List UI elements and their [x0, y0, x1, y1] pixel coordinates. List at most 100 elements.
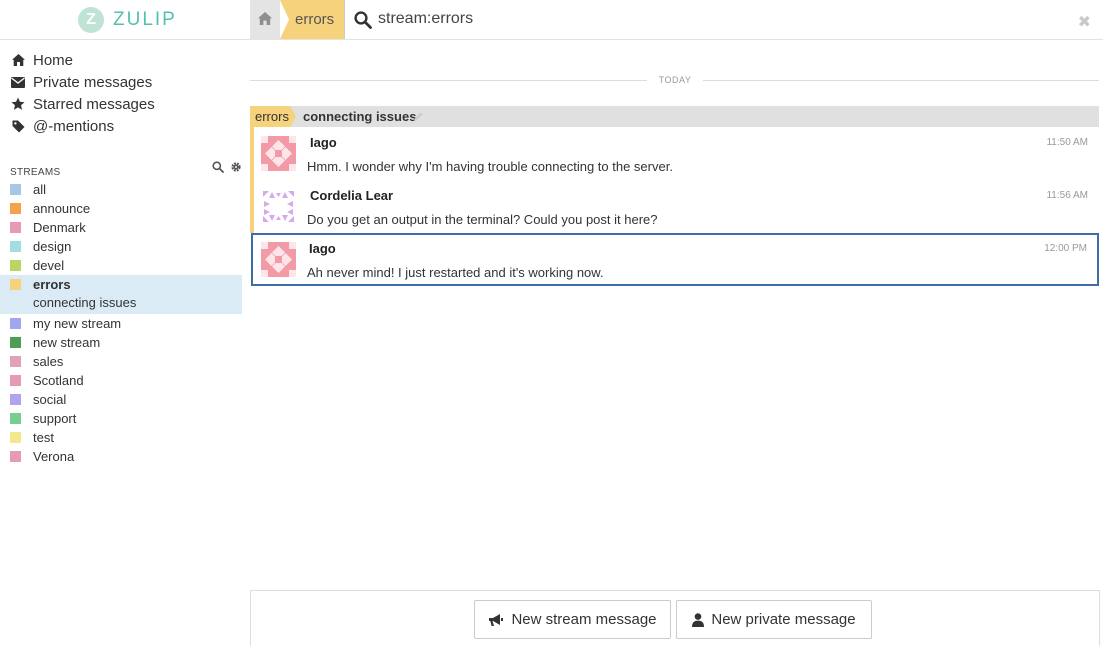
stream-name: announce — [33, 201, 91, 216]
search-input[interactable] — [378, 8, 1058, 30]
stream-color-swatch — [10, 241, 21, 252]
new-stream-message-label: New stream message — [511, 611, 657, 628]
left-sidebar: Home Private messages Starred messages @… — [0, 40, 242, 646]
stream-breadcrumb-label: errors — [295, 11, 335, 28]
message-sender[interactable]: Cordelia Lear — [310, 188, 393, 203]
message-body: Do you get an output in the terminal? Co… — [307, 212, 658, 227]
stream-color-swatch — [10, 394, 21, 405]
home-icon — [10, 52, 26, 68]
stream-name: my new stream — [33, 316, 122, 331]
topic-item-connecting-issues[interactable]: connecting issues — [33, 295, 136, 310]
stream-item-all[interactable]: all — [0, 180, 242, 199]
stream-color-swatch — [10, 222, 21, 233]
stream-color-swatch — [10, 184, 21, 195]
stream-color-swatch — [10, 413, 21, 424]
message-row[interactable]: Cordelia Lear 11:56 AM Do you get an out… — [250, 180, 1099, 233]
message-time[interactable]: 11:56 AM — [1046, 190, 1088, 201]
stream-name: sales — [33, 354, 64, 369]
top-navbar: Z ZULIP errors ✖ — [0, 0, 1103, 40]
stream-color-swatch — [10, 279, 21, 290]
nav-home[interactable]: Home — [10, 50, 73, 70]
compose-box: New stream message New private message — [250, 590, 1100, 646]
divider — [703, 80, 1099, 81]
stream-item-announce[interactable]: announce — [0, 199, 242, 218]
stream-name: new stream — [33, 335, 101, 350]
stream-item-design[interactable]: design — [0, 237, 242, 256]
stream-item-sales[interactable]: sales — [0, 352, 242, 371]
stream-color-swatch — [10, 432, 21, 443]
search-box[interactable]: ✖ — [344, 0, 1103, 39]
nav-private-label: Private messages — [33, 73, 153, 91]
message-time[interactable]: 11:50 AM — [1046, 137, 1088, 148]
iago-avatar[interactable] — [261, 242, 296, 277]
recipient-topic-label[interactable]: connecting issues — [303, 109, 416, 124]
brand-logo[interactable]: Z ZULIP — [78, 7, 177, 33]
zulip-logo-icon: Z — [78, 7, 104, 33]
stream-item-new-stream[interactable]: new stream — [0, 333, 242, 352]
stream-item-test[interactable]: test — [0, 428, 242, 447]
date-separator-label: TODAY — [658, 75, 692, 85]
search-icon — [354, 11, 372, 29]
gear-icon[interactable] — [230, 161, 242, 173]
stream-item-my-new-stream[interactable]: my new stream — [0, 314, 242, 333]
stream-color-swatch — [10, 260, 21, 271]
search-bar: errors ✖ — [250, 0, 1103, 40]
stream-name: design — [33, 239, 72, 254]
iago-avatar[interactable] — [261, 136, 296, 171]
nav-home-label: Home — [33, 51, 74, 69]
stream-item-social[interactable]: social — [0, 390, 242, 409]
stream-item-errors[interactable]: errors — [0, 275, 242, 294]
stream-item-devel[interactable]: devel — [0, 256, 242, 275]
message-sender[interactable]: Iago — [309, 241, 336, 256]
stream-color-swatch — [10, 203, 21, 214]
stream-color-swatch — [10, 451, 21, 462]
stream-color-swatch — [10, 337, 21, 348]
stream-name: devel — [33, 258, 65, 273]
message-sender[interactable]: Iago — [310, 135, 337, 150]
streams-title: STREAMS — [10, 167, 61, 178]
stream-name: Verona — [33, 449, 75, 464]
stream-breadcrumb[interactable]: errors — [280, 0, 344, 39]
stream-name: errors — [33, 277, 71, 292]
stream-color-swatch — [10, 356, 21, 367]
message-body: Hmm. I wonder why I'm having trouble con… — [307, 159, 673, 174]
stream-name: social — [33, 392, 67, 407]
brand-name: ZULIP — [113, 9, 177, 30]
stream-color-swatch — [10, 318, 21, 329]
message-time[interactable]: 12:00 PM — [1044, 243, 1087, 254]
envelope-icon — [10, 74, 26, 90]
nav-mentions-label: @-mentions — [33, 117, 115, 135]
divider — [250, 80, 647, 81]
message-body: Ah never mind! I just restarted and it's… — [307, 265, 604, 280]
nav-mentions[interactable]: @-mentions — [10, 116, 114, 136]
nav-private-messages[interactable]: Private messages — [10, 72, 152, 92]
stream-name: Denmark — [33, 220, 86, 235]
new-stream-message-button[interactable]: New stream message — [474, 600, 671, 639]
message-row[interactable]: Iago 11:50 AM Hmm. I wonder why I'm havi… — [250, 127, 1099, 180]
cordelia-avatar[interactable] — [261, 189, 296, 224]
tag-icon — [10, 118, 26, 134]
message-row-selected[interactable]: Iago 12:00 PM Ah never mind! I just rest… — [251, 233, 1099, 286]
stream-name: Scotland — [33, 373, 84, 388]
stream-item-scotland[interactable]: Scotland — [0, 371, 242, 390]
stream-name: test — [33, 430, 54, 445]
recipient-bar: errors connecting issues — [250, 106, 1099, 127]
nav-starred-messages[interactable]: Starred messages — [10, 94, 155, 114]
close-icon[interactable]: ✖ — [1078, 12, 1091, 32]
recipient-stream-label[interactable]: errors — [250, 106, 296, 127]
stream-item-denmark[interactable]: Denmark — [0, 218, 242, 237]
user-icon — [692, 612, 705, 627]
bullhorn-icon — [489, 613, 504, 626]
stream-name: support — [33, 411, 77, 426]
stream-color-swatch — [10, 375, 21, 386]
home-breadcrumb[interactable] — [250, 0, 280, 39]
search-icon[interactable] — [212, 161, 224, 173]
home-icon — [258, 12, 272, 25]
streams-header: STREAMS — [10, 161, 242, 178]
stream-item-support[interactable]: support — [0, 409, 242, 428]
date-separator: TODAY — [250, 72, 1099, 88]
star-icon — [10, 96, 26, 112]
new-private-message-button[interactable]: New private message — [676, 600, 872, 639]
stream-item-verona[interactable]: Verona — [0, 447, 242, 466]
pencil-icon[interactable] — [413, 111, 424, 122]
